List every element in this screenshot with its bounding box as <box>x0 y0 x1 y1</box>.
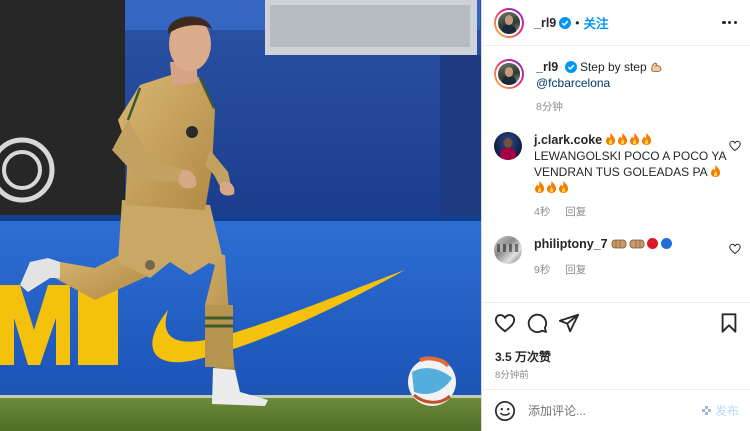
commenter-avatar[interactable] <box>494 132 522 160</box>
verified-badge-icon <box>564 61 577 73</box>
fire-emoji-icon <box>642 133 652 145</box>
comment-text: LEWANGOLSKI POCO A POCO YA VENDRAN TUS G… <box>534 148 728 196</box>
post-header: _rl9 • 关注 <box>482 0 750 46</box>
fire-emoji-group <box>605 133 653 147</box>
comment-like-heart-icon[interactable] <box>729 140 741 152</box>
comment-emoji-group <box>611 237 675 251</box>
red-circle-emoji-icon <box>646 238 658 249</box>
author-username[interactable]: _rl9 <box>534 16 556 30</box>
comment-timestamp: 9秒 <box>534 264 551 276</box>
comment-item: j.clark.coke LEWANGOLSKI POCO A POCO YA … <box>494 132 744 220</box>
blue-circle-emoji-icon <box>660 238 672 249</box>
left-facing-fist-emoji-icon <box>611 239 627 249</box>
caption-timestamp: 8分钟 <box>536 101 563 113</box>
like-heart-icon[interactable] <box>494 312 516 334</box>
commenter-avatar[interactable] <box>494 236 522 264</box>
follow-button[interactable]: 关注 <box>583 13 608 32</box>
add-comment-input[interactable] <box>528 403 688 418</box>
separator-dot: • <box>575 15 580 30</box>
post-comment-button[interactable]: 发布 <box>701 402 739 419</box>
fire-emoji-icon <box>630 133 640 145</box>
comment-bubble-icon[interactable] <box>526 312 548 334</box>
share-send-icon[interactable] <box>558 312 580 334</box>
fire-emoji-icon <box>711 165 721 177</box>
comment-item: philiptony_7 9秒 回复 <box>494 236 744 278</box>
flexed-biceps-emoji-icon <box>651 62 662 72</box>
comments-list[interactable]: _rl9 Step by step @fcbarcelona 8分钟 j.cla… <box>482 47 750 301</box>
post-actions: 3.5 万次赞 8分钟前 <box>482 302 750 388</box>
comment-text-content: LEWANGOLSKI POCO A POCO YA VENDRAN TUS G… <box>534 149 726 179</box>
post-photo[interactable] <box>0 0 481 431</box>
caption-username[interactable]: _rl9 <box>536 60 558 74</box>
fire-emoji-icon <box>547 181 557 193</box>
football-player-image <box>0 0 481 431</box>
right-facing-fist-emoji-icon <box>629 239 645 249</box>
fire-emoji-icon <box>535 181 545 193</box>
save-bookmark-icon[interactable] <box>718 312 740 334</box>
post-comment-label: 发布 <box>714 404 739 418</box>
fire-emoji-icon <box>606 133 616 145</box>
post-side-panel: _rl9 • 关注 _rl9 Step by step @fcbarcelona… <box>481 0 750 431</box>
emoji-picker-icon[interactable] <box>494 400 516 422</box>
fire-emoji-icon <box>559 181 569 193</box>
caption-mention-link[interactable]: @fcbarcelona <box>536 75 744 91</box>
more-options-icon[interactable] <box>721 15 739 31</box>
commenter-username[interactable]: philiptony_7 <box>534 237 608 251</box>
caption-avatar[interactable] <box>494 59 524 89</box>
comment-like-heart-icon[interactable] <box>729 243 741 255</box>
reply-button[interactable]: 回复 <box>565 206 586 218</box>
comment-timestamp: 4秒 <box>534 206 551 218</box>
author-avatar[interactable] <box>494 7 524 38</box>
commenter-username[interactable]: j.clark.coke <box>534 133 602 147</box>
verified-badge-icon <box>559 16 572 29</box>
caption-text: Step by step <box>579 60 647 74</box>
like-count[interactable]: 3.5 万次赞 <box>495 348 551 365</box>
post-timestamp: 8分钟前 <box>495 370 529 381</box>
comment-composer: 发布 <box>482 389 750 431</box>
pixel-arrow-icon <box>701 406 711 415</box>
reply-button[interactable]: 回复 <box>565 264 586 276</box>
fire-emoji-icon <box>618 133 628 145</box>
caption-row: _rl9 Step by step @fcbarcelona 8分钟 <box>494 59 744 115</box>
